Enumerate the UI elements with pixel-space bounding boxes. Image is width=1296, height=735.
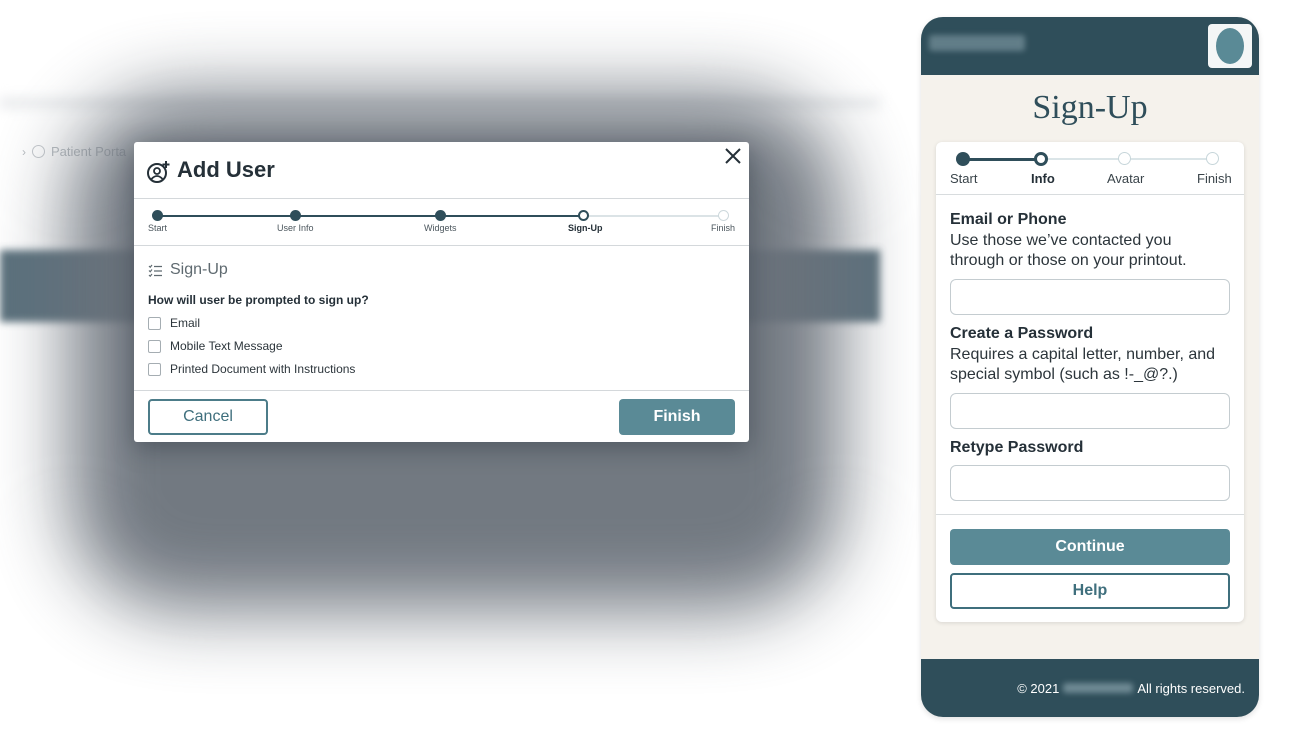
rights-text: All rights reserved.: [1137, 680, 1245, 696]
stepper-progress: [157, 215, 584, 217]
modal-stepper: Start User Info Widgets Sign-Up Finish: [134, 199, 749, 246]
step-label-avatar: Avatar: [1107, 171, 1145, 186]
step-label-info: Info: [1031, 171, 1055, 186]
retype-password-field[interactable]: [950, 465, 1230, 501]
modal-header: Add User: [134, 142, 749, 199]
sign-up-section: Sign-Up How will user be prompted to sig…: [134, 246, 749, 376]
step-dot-finish: [718, 210, 729, 221]
create-password-field[interactable]: [950, 393, 1230, 429]
phone-header: [921, 17, 1259, 75]
chevron-right-icon: ›: [22, 144, 26, 159]
step-dot-start: [956, 152, 970, 166]
step-dot-widgets: [435, 210, 446, 221]
step-label-start: Start: [148, 223, 168, 233]
cancel-button[interactable]: Cancel: [148, 399, 268, 435]
page-title: Sign-Up: [1032, 89, 1148, 126]
sign-up-card: Start Info Avatar Finish Email or Phone …: [936, 142, 1244, 622]
step-dot-start: [152, 210, 163, 221]
brand-logo: [929, 35, 1025, 51]
finish-button[interactable]: Finish: [619, 399, 735, 435]
modal-title: Add User: [177, 157, 275, 182]
email-checkbox[interactable]: [148, 316, 161, 330]
sign-up-question: How will user be prompted to sign up?: [148, 293, 369, 307]
step-label-finish: Finish: [711, 223, 736, 233]
avatar-icon: [1216, 28, 1244, 64]
user-circle-icon: [32, 145, 45, 158]
create-password-label: Create a Password: [950, 325, 1094, 342]
option-printed-document[interactable]: Printed Document with Instructions: [148, 362, 735, 376]
option-label: Printed Document with Instructions: [170, 362, 356, 376]
step-label-sign-up: Sign-Up: [568, 223, 603, 233]
help-button[interactable]: Help: [950, 573, 1230, 609]
step-label-start: Start: [950, 171, 978, 186]
option-mobile-text[interactable]: Mobile Text Message: [148, 339, 735, 353]
step-label-finish: Finish: [1197, 171, 1232, 186]
email-or-phone-help: Use those we’ve contacted you through or…: [950, 232, 1187, 269]
company-name: [1063, 683, 1134, 693]
option-email[interactable]: Email: [148, 316, 735, 330]
modal-footer: Cancel Finish: [134, 390, 749, 442]
phone-preview: Sign-Up Start Info Avatar Finish Email o…: [921, 17, 1259, 717]
mobile-text-checkbox[interactable]: [148, 339, 161, 353]
email-or-phone-field[interactable]: [950, 279, 1230, 315]
step-label-widgets: Widgets: [424, 223, 457, 233]
add-user-icon: [147, 161, 170, 183]
close-icon[interactable]: [723, 146, 743, 166]
printed-document-checkbox[interactable]: [148, 362, 161, 376]
step-dot-sign-up: [578, 210, 589, 221]
copyright-text: © 2021: [1017, 680, 1060, 696]
continue-button[interactable]: Continue: [950, 529, 1230, 565]
option-label: Email: [170, 316, 201, 330]
sign-up-form: Email or Phone Use those we’ve contacted…: [936, 195, 1244, 501]
step-label-user-info: User Info: [277, 223, 314, 233]
phone-footer: © 2021 All rights reserved.: [921, 659, 1259, 717]
checklist-icon: [148, 264, 162, 277]
create-password-help: Requires a capital letter, number, and s…: [950, 346, 1216, 383]
card-actions: Continue Help: [936, 514, 1244, 609]
email-or-phone-label: Email or Phone: [950, 211, 1067, 228]
avatar[interactable]: [1208, 24, 1252, 68]
phone-stepper: Start Info Avatar Finish: [936, 142, 1244, 195]
step-dot-avatar: [1118, 152, 1131, 165]
option-label: Mobile Text Message: [170, 339, 283, 353]
retype-password-label: Retype Password: [950, 439, 1084, 456]
add-user-modal: Add User Start User Info Widgets Sign-Up…: [134, 142, 749, 442]
section-title: Sign-Up: [170, 261, 228, 278]
stepper-progress: [963, 158, 1041, 161]
step-dot-user-info: [290, 210, 301, 221]
section-header: Sign-Up: [148, 261, 735, 279]
step-dot-info: [1034, 152, 1048, 166]
step-dot-finish: [1206, 152, 1219, 165]
